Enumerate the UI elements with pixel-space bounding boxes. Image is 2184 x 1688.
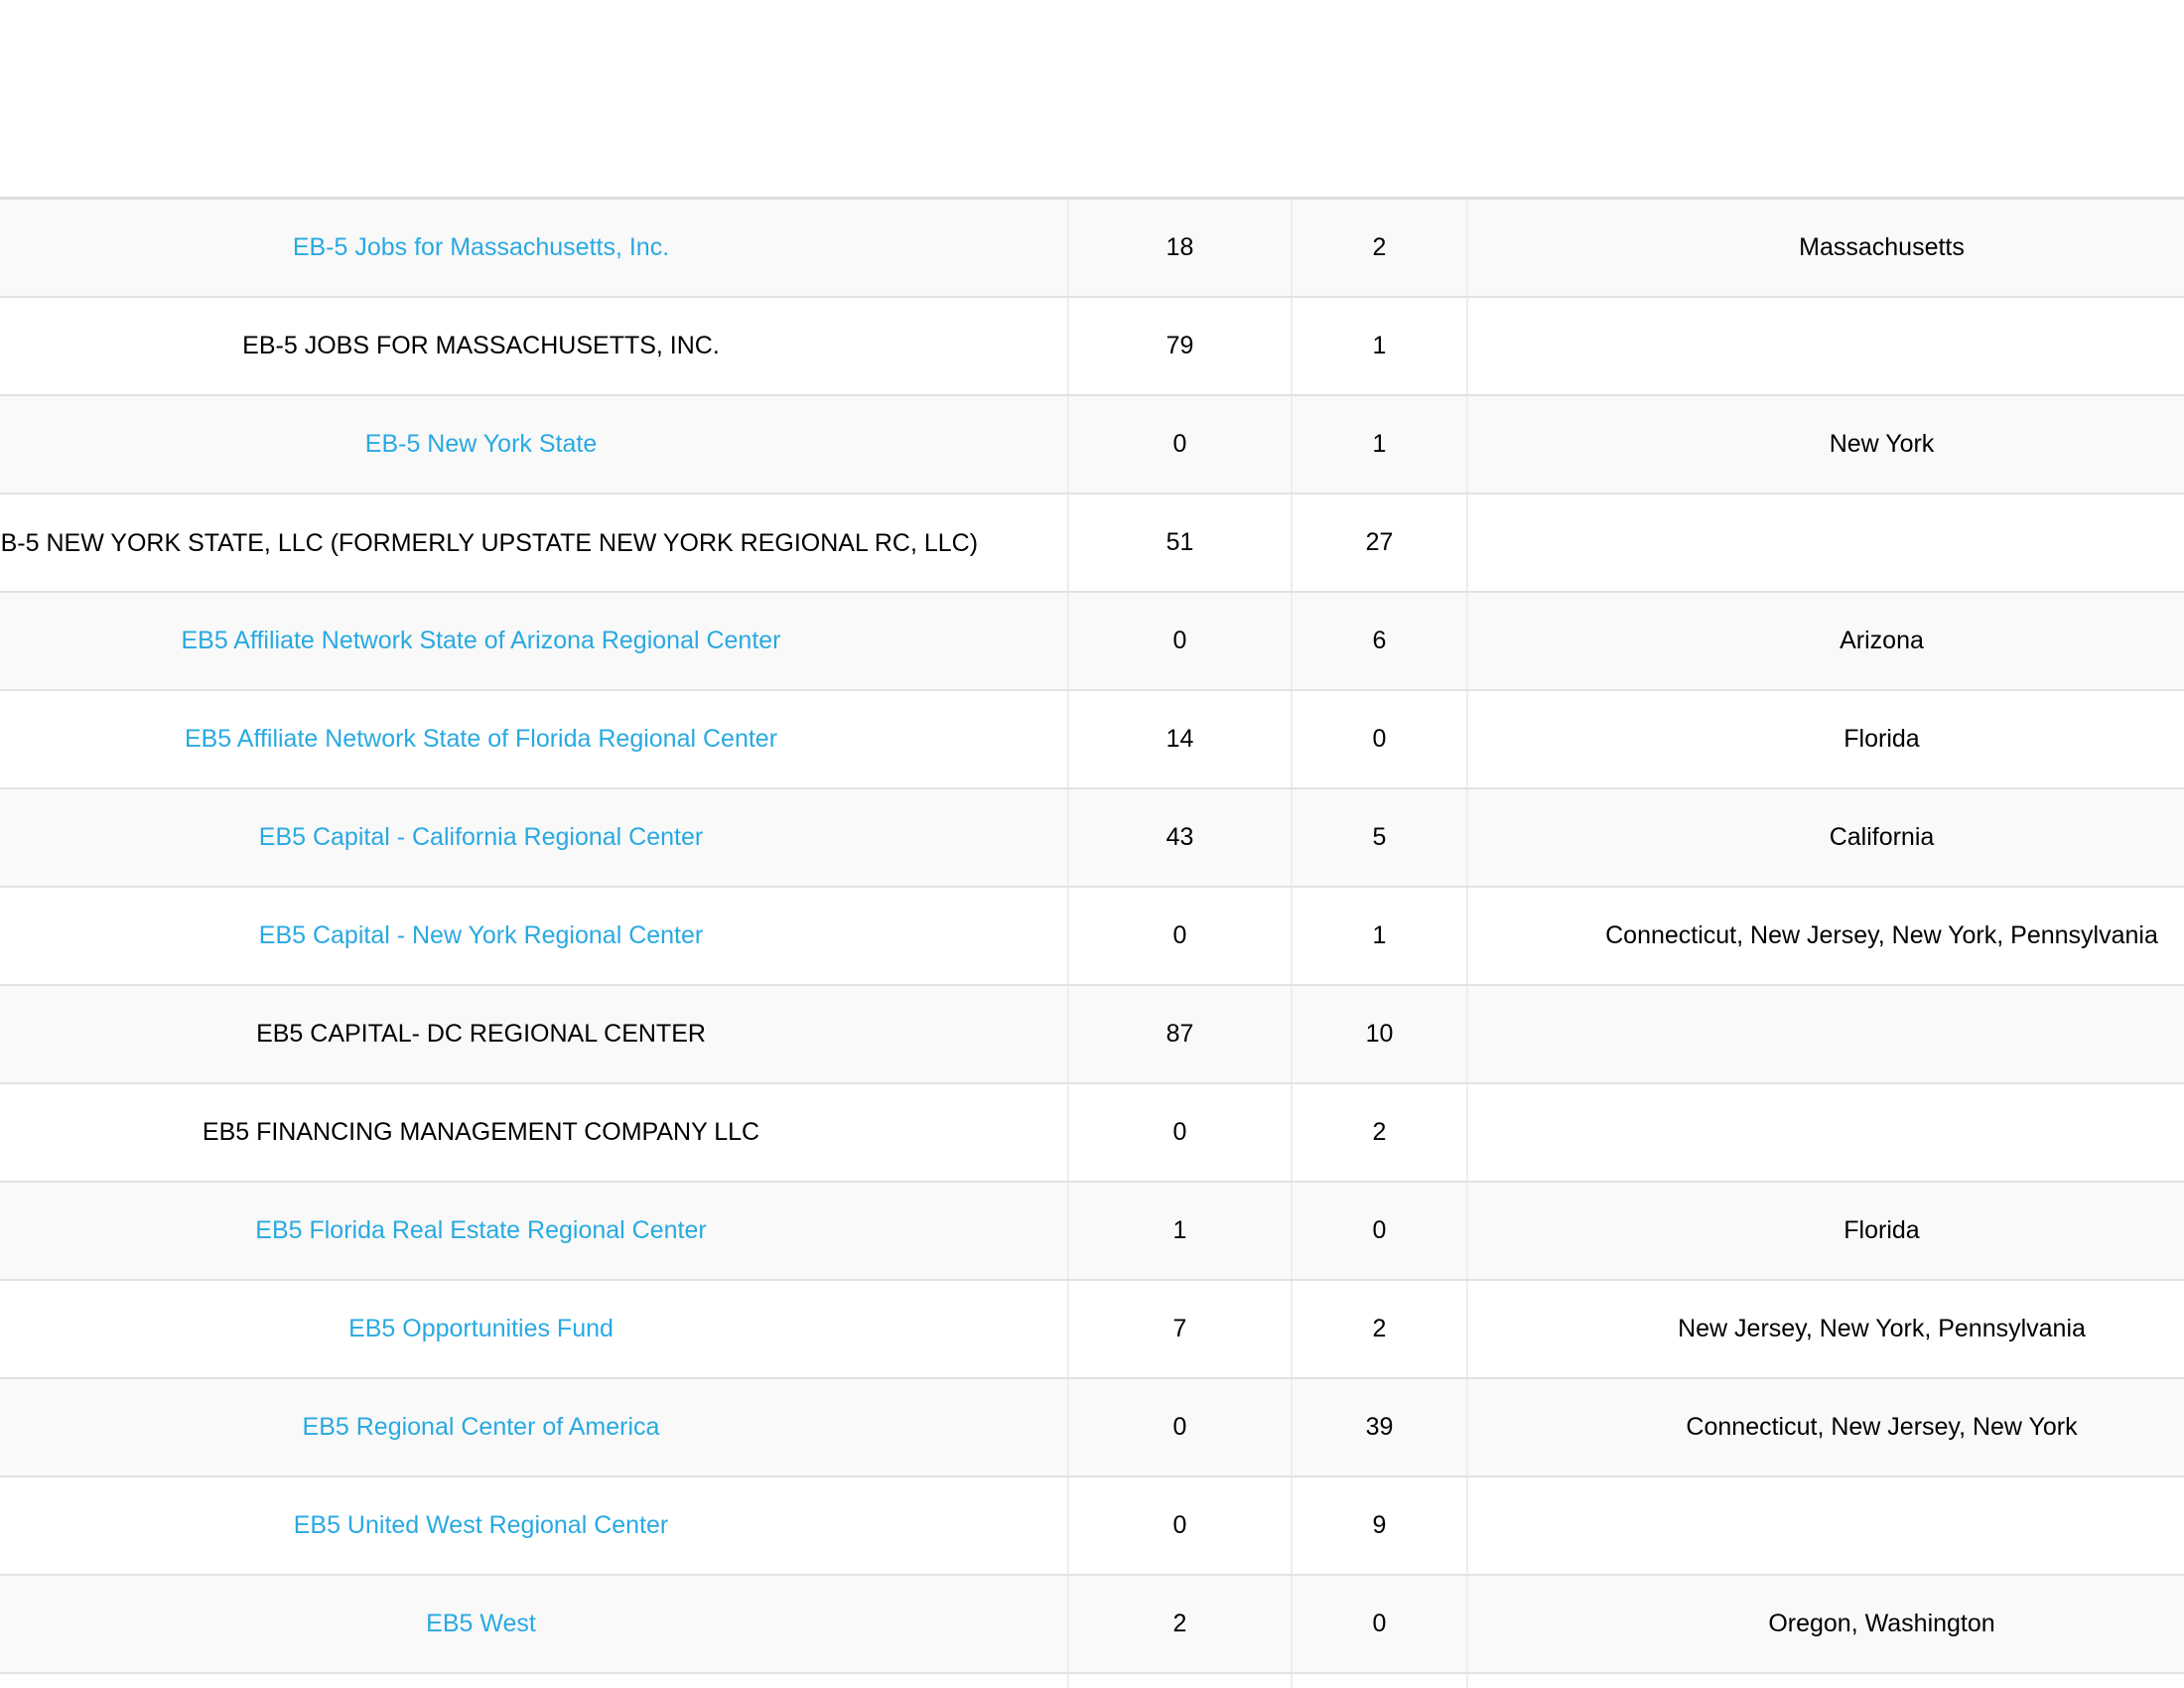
table-row: EB-5 Jobs for Massachusetts, Inc. 18 2 Mass… [0, 197, 2184, 298]
regional-center-link[interactable]: EB-5 New York State [365, 430, 597, 458]
cell-i829-count: 0 [1291, 1574, 1468, 1674]
cell-i829-count: 39 [1291, 1377, 1468, 1477]
table-row: EB-5 JOBS FOR MASSACHUSETTS, INC. 79 1 [0, 296, 2184, 396]
cell-i526-count: 87 [1067, 984, 1293, 1084]
table-row: EB5 Capital - California Regional Center… [0, 787, 2184, 888]
cell-states [1466, 492, 2184, 593]
table-body: EB-5 Jobs for Massachusetts, Inc. 18 2 Mass… [0, 197, 2184, 1688]
regional-center-link[interactable]: EB5 Affiliate Network State of Arizona R… [181, 627, 780, 654]
cell-regional-center-name: EB5 Capital - California Regional Center [0, 787, 1069, 888]
cell-regional-center-name: EB-5 NEW YORK STATE, LLC (FORMERLY UPSTA… [0, 492, 1069, 593]
cell-i829-count: 2 [1291, 197, 1468, 298]
cell-i829-count: 1 [1291, 296, 1468, 396]
regional-center-name-text: EB5 FINANCING MANAGEMENT COMPANY LLC [202, 1118, 760, 1146]
cell-states: Massachusetts [1466, 197, 2184, 298]
cell-i829-count: 27 [1291, 492, 1468, 593]
cell-i526-count: 51 [1067, 492, 1293, 593]
cell-states: New York [1466, 394, 2184, 494]
regional-center-link[interactable]: EB5 United West Regional Center [294, 1511, 669, 1539]
cell-i526-count: 0 [1067, 886, 1293, 986]
table-row: EB-5 NEW YORK STATE, LLC (FORMERLY UPSTA… [0, 492, 2184, 593]
cell-states: Connecticut, New Jersey, New York, Penns… [1466, 886, 2184, 986]
cell-i526-count: 0 [1067, 591, 1293, 691]
cell-i526-count: 0 [1067, 394, 1293, 494]
regional-center-name-text: EB-5 JOBS FOR MASSACHUSETTS, INC. [242, 332, 720, 359]
table-row: EB5 Florida Real Estate Regional Center 1… [0, 1181, 2184, 1281]
cell-states [1466, 984, 2184, 1084]
cell-states: Florida [1466, 689, 2184, 789]
cell-i829-count: 6 [1291, 591, 1468, 691]
cell-i829-count: 1 [1291, 394, 1468, 494]
table-row: EB5 Affiliate Network State of Arizona R… [0, 591, 2184, 691]
cell-i526-count: 1 [1067, 1181, 1293, 1281]
table-row: EB5 United West Regional Center 0 9 [0, 1476, 2184, 1576]
table-row: EB5 Regional Center of America 0 39 Connect… [0, 1377, 2184, 1477]
cell-states: Connecticut, New Jersey, New York [1466, 1377, 2184, 1477]
cell-i526-count: 0 [1067, 1082, 1293, 1183]
regional-center-link[interactable]: EB5 Capital - New York Regional Center [259, 921, 703, 949]
regional-center-link[interactable]: EB5 Affiliate Network State of Florida R… [185, 725, 777, 753]
cell-states [1466, 1082, 2184, 1183]
cell-i829-count: 0 [1291, 1672, 1468, 1688]
cell-i829-count: 5 [1291, 787, 1468, 888]
cell-i829-count: 9 [1291, 1476, 1468, 1576]
regional-centers-table: EB-5 Jobs for Massachusetts, Inc. 18 2 Mass… [0, 197, 2184, 1688]
cell-states: New York, Pennsylvania [1466, 1672, 2184, 1688]
cell-i526-count: 79 [1067, 296, 1293, 396]
cell-i526-count: 7 [1067, 1672, 1293, 1688]
cell-i829-count: 2 [1291, 1082, 1468, 1183]
regional-center-link[interactable]: EB5 Capital - California Regional Center [259, 823, 703, 851]
table-row: EB5 Capital - New York Regional Center 0 1… [0, 886, 2184, 986]
cell-regional-center-name: EB5 Opportunities Fund [0, 1279, 1069, 1379]
cell-regional-center-name: EB5 Affiliate Network State of Florida R… [0, 689, 1069, 789]
cell-regional-center-name: EB5 United West Regional Center [0, 1476, 1069, 1576]
table-row: Empire State EB-5 Regional Center70New Y… [0, 1672, 2184, 1688]
regional-center-name-text: EB-5 NEW YORK STATE, LLC (FORMERLY UPSTA… [0, 528, 979, 557]
cell-i526-count: 2 [1067, 1574, 1293, 1674]
regional-center-link[interactable]: EB-5 Jobs for Massachusetts, Inc. [293, 233, 669, 261]
table-row: EB5 FINANCING MANAGEMENT COMPANY LLC 0 2 [0, 1082, 2184, 1183]
cell-regional-center-name: EB5 West [0, 1574, 1069, 1674]
cell-states: California [1466, 787, 2184, 888]
cell-i829-count: 0 [1291, 689, 1468, 789]
cell-regional-center-name: EB5 FINANCING MANAGEMENT COMPANY LLC [0, 1082, 1069, 1183]
cell-i829-count: 0 [1291, 1181, 1468, 1281]
cell-regional-center-name: EB5 Regional Center of America [0, 1377, 1069, 1477]
table-row: EB5 Opportunities Fund 7 2 New Jersey, New … [0, 1279, 2184, 1379]
regional-center-link[interactable]: EB5 West [426, 1610, 536, 1637]
cell-i829-count: 10 [1291, 984, 1468, 1084]
cell-states: Oregon, Washington [1466, 1574, 2184, 1674]
regional-center-name-text: EB5 CAPITAL- DC REGIONAL CENTER [256, 1020, 706, 1048]
cell-i829-count: 2 [1291, 1279, 1468, 1379]
cell-regional-center-name: Empire State EB-5 Regional Center [0, 1672, 1069, 1688]
table-row: EB5 CAPITAL- DC REGIONAL CENTER 87 10 [0, 984, 2184, 1084]
cell-states: Florida [1466, 1181, 2184, 1281]
cell-states [1466, 296, 2184, 396]
page-root: EB-5 Jobs for Massachusetts, Inc. 18 2 Mass… [0, 0, 2184, 1688]
cell-states: New Jersey, New York, Pennsylvania [1466, 1279, 2184, 1379]
cell-states: Arizona [1466, 591, 2184, 691]
table-row: EB5 West 2 0 Oregon, Washington [0, 1574, 2184, 1674]
cell-regional-center-name: EB5 Capital - New York Regional Center [0, 886, 1069, 986]
cell-i526-count: 43 [1067, 787, 1293, 888]
cell-i526-count: 18 [1067, 197, 1293, 298]
regional-center-link[interactable]: EB5 Regional Center of America [303, 1413, 660, 1441]
regional-center-link[interactable]: EB5 Opportunities Fund [348, 1315, 614, 1342]
cell-i526-count: 0 [1067, 1377, 1293, 1477]
cell-regional-center-name: EB-5 Jobs for Massachusetts, Inc. [0, 197, 1069, 298]
cell-regional-center-name: EB-5 JOBS FOR MASSACHUSETTS, INC. [0, 296, 1069, 396]
cell-states [1466, 1476, 2184, 1576]
cell-i526-count: 0 [1067, 1476, 1293, 1576]
cell-i526-count: 7 [1067, 1279, 1293, 1379]
regional-center-link[interactable]: EB5 Florida Real Estate Regional Center [255, 1216, 706, 1244]
table-row: EB-5 New York State 0 1 New York [0, 394, 2184, 494]
cell-regional-center-name: EB5 CAPITAL- DC REGIONAL CENTER [0, 984, 1069, 1084]
cell-regional-center-name: EB-5 New York State [0, 394, 1069, 494]
cell-i829-count: 1 [1291, 886, 1468, 986]
cell-regional-center-name: EB5 Florida Real Estate Regional Center [0, 1181, 1069, 1281]
cell-regional-center-name: EB5 Affiliate Network State of Arizona R… [0, 591, 1069, 691]
cell-i526-count: 14 [1067, 689, 1293, 789]
table-scroll-viewport[interactable]: EB-5 Jobs for Massachusetts, Inc. 18 2 Mass… [0, 197, 2184, 1688]
table-row: EB5 Affiliate Network State of Florida R… [0, 689, 2184, 789]
